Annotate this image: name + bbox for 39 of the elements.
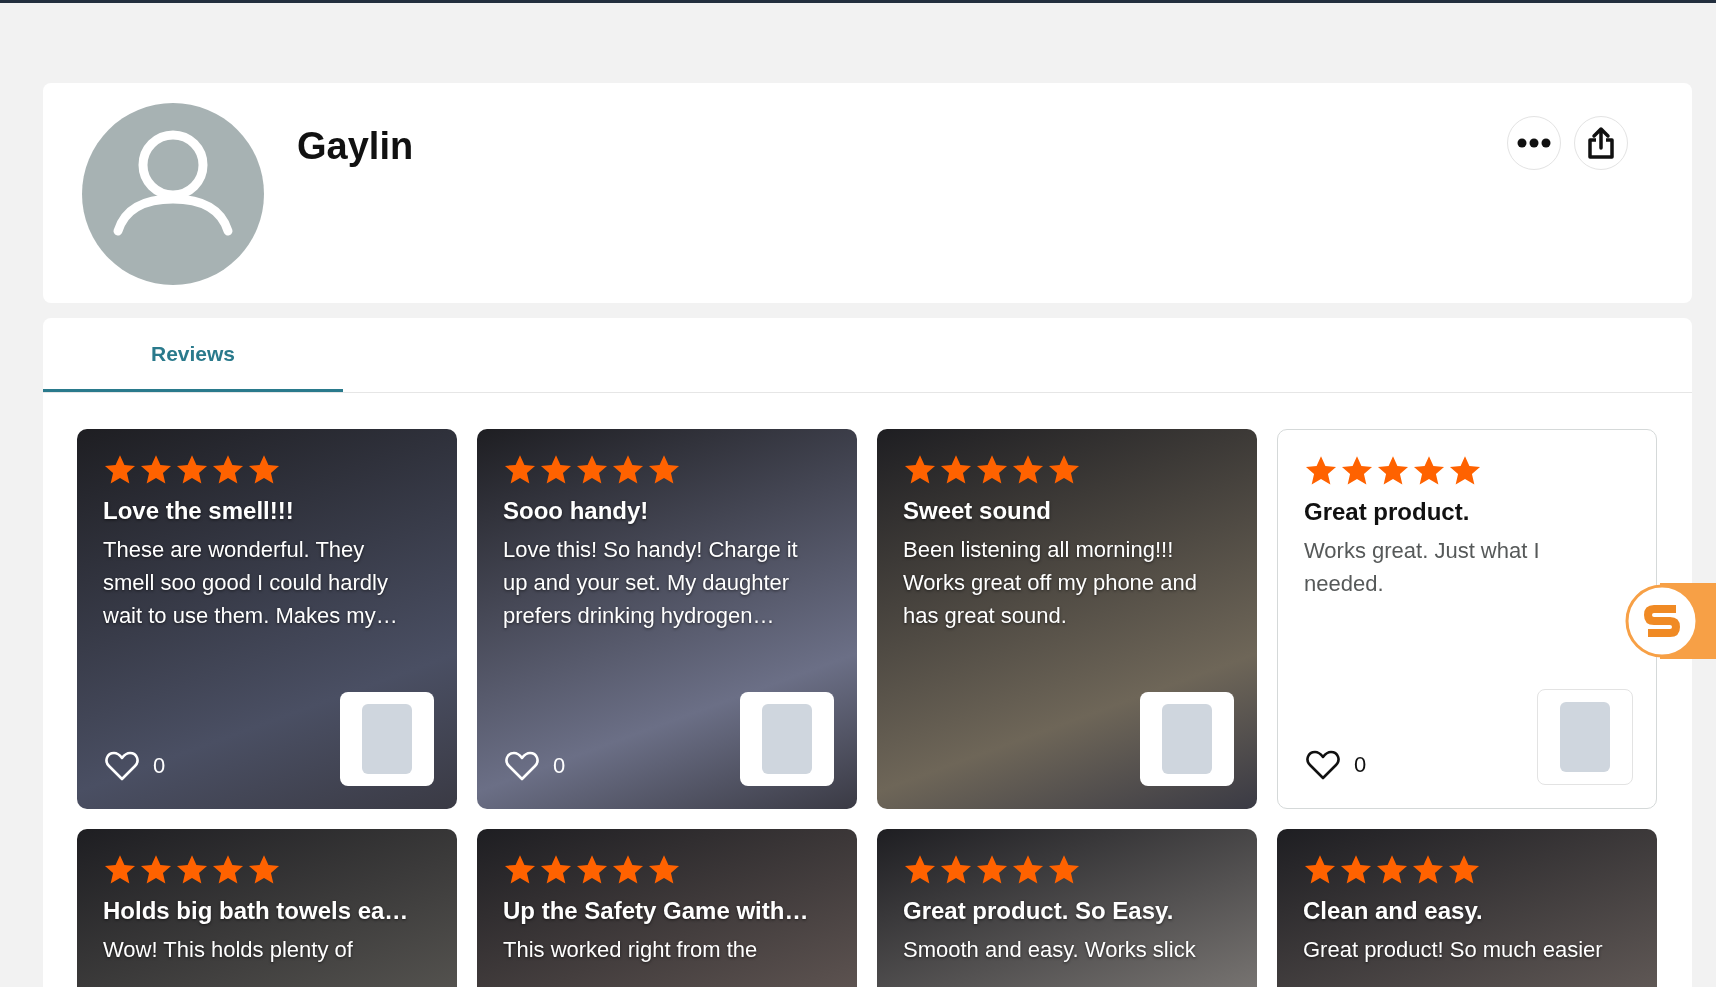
review-title: Great product. So Easy. [903,896,1175,926]
more-icon [1517,138,1551,148]
review-title: Holds big bath towels ea… [103,896,410,926]
review-photo-card[interactable]: Sooo handy! Love this! So handy! Charge it up and your set. My daughter prefers drinking hydrogen… 0 [477,429,857,809]
review-title: Love the smell!!! [103,496,295,526]
share-icon [1587,126,1615,160]
product-thumbnail[interactable] [1140,692,1234,786]
review-photo-card[interactable]: Love the smell!!! These are wonderful. They smell soo good I could hardly wait to use them. Makes my… 0 [77,429,457,809]
reviews-tab[interactable]: Reviews [43,318,343,392]
review-text: Smooth and easy. Works slick [903,936,1197,964]
heart-icon[interactable] [1306,750,1340,780]
share-button[interactable] [1574,116,1628,170]
review-title: Sooo handy! [503,496,650,526]
review-title: Sweet sound [903,496,1053,526]
like-count: 0 [1354,752,1367,778]
review-title: Clean and easy. [1303,896,1484,926]
review-photo-card[interactable]: Up the Safety Game with… This worked right from the [477,829,857,987]
like-count: 0 [153,753,166,779]
review-text: Great product! So much easier [1303,936,1603,964]
more-options-button[interactable] [1507,116,1561,170]
review-photo-card[interactable]: Holds big bath towels ea… Wow! This holds plenty of [77,829,457,987]
review-photo-card[interactable]: Sweet sound Been listening all morning!!! Works great off my phone and has great sound. [877,429,1257,809]
review-title: Great product. [1304,497,1471,527]
review-photo-card[interactable]: Great product. So Easy. Smooth and easy. Works slick [877,829,1257,987]
review-text: Wow! This holds plenty of [103,936,354,964]
review-text: Been listening all morning!!! Works great off my phone and has great sound. [903,536,1198,630]
review-photo-card[interactable]: Clean and easy. Great product! So much easier [1277,829,1657,987]
product-thumbnail[interactable] [740,692,834,786]
like-count: 0 [553,753,566,779]
review-text: This worked right from the [503,936,759,964]
review-text: Works great. Just what I needed. [1304,537,1541,598]
review-card[interactable]: Great product. Works great. Just what I needed. 0 [1277,429,1657,809]
product-thumbnail[interactable] [1537,689,1633,785]
avatar-icon [82,103,264,285]
profile-name: Gaylin [297,125,415,168]
review-text: Love this! So handy! Charge it up and your set. My daughter prefers drinking hydrogen… [503,536,799,630]
product-thumbnail[interactable] [340,692,434,786]
review-title: Up the Safety Game with… [503,896,810,926]
review-text: These are wonderful. They smell soo good I could hardly wait to use them. Makes my… [103,536,399,630]
